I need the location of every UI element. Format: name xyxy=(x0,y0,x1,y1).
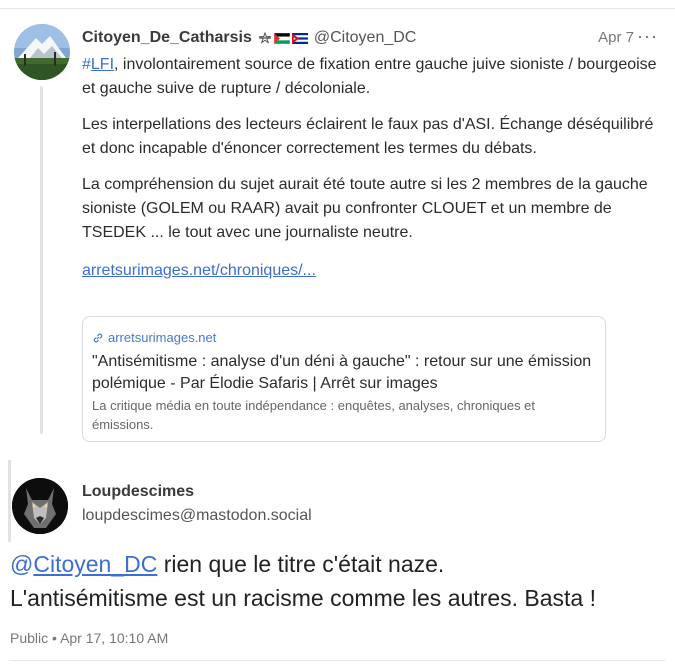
meta-separator: • xyxy=(52,630,57,646)
paragraph-3: La compréhension du sujet aurait été tou… xyxy=(82,176,648,241)
thread-line xyxy=(40,86,43,434)
more-options-icon[interactable]: ··· xyxy=(637,26,658,47)
bottom-divider xyxy=(10,660,665,661)
card-title: "Antisémitisme : analyse d'un déni à gau… xyxy=(92,353,592,392)
avatar[interactable] xyxy=(14,24,70,80)
flag-star-icon xyxy=(258,32,272,44)
mention-name: Citoyen_DC xyxy=(33,551,158,577)
thread-indicator xyxy=(8,460,11,542)
post-meta: Public • Apr 17, 10:10 AM xyxy=(10,630,168,646)
account-handle[interactable]: loupdescimes@mastodon.social xyxy=(82,507,312,525)
status-post[interactable]: Citoyen_De_Catharsis @Citoyen_DC Apr 7 ·… xyxy=(82,26,668,283)
post-date[interactable]: Apr 7 xyxy=(598,29,634,46)
mention-at: @ xyxy=(10,551,34,577)
external-link[interactable]: arretsurimages.net/chroniques/... xyxy=(82,259,316,283)
card-domain-row: arretsurimages.net xyxy=(92,330,596,345)
hashtag-symbol: # xyxy=(82,56,91,73)
post-header: Citoyen_De_Catharsis @Citoyen_DC Apr 7 ·… xyxy=(82,26,668,48)
paragraph-2: Les interpellations des lecteurs éclaire… xyxy=(82,116,654,157)
flag-cuba-icon xyxy=(291,32,308,44)
display-name[interactable]: Loupdescimes xyxy=(82,483,194,501)
account-handle[interactable]: @Citoyen_DC xyxy=(314,29,417,47)
hashtag-link[interactable]: #LFI xyxy=(82,56,114,73)
card-domain: arretsurimages.net xyxy=(108,330,217,345)
top-divider xyxy=(0,8,675,9)
post-content: #LFI, involontairement source de fixatio… xyxy=(82,53,668,283)
content-line-1: @Citoyen_DC rien que le titre c'était na… xyxy=(10,547,670,581)
display-name[interactable]: Citoyen_De_Catharsis xyxy=(82,29,252,47)
avatar[interactable] xyxy=(12,478,68,534)
paragraph-1: #LFI, involontairement source de fixatio… xyxy=(82,53,668,101)
post-content: @Citoyen_DC rien que le titre c'était na… xyxy=(10,547,670,615)
content-line-2: L'antisémitisme est un racisme comme les… xyxy=(10,585,596,611)
paragraph-1-text: , involontairement source de fixation en… xyxy=(82,56,657,97)
visibility-label[interactable]: Public xyxy=(10,630,48,646)
hashtag-text: LFI xyxy=(90,56,115,73)
link-icon xyxy=(93,333,103,342)
mention-link[interactable]: @Citoyen_DC xyxy=(10,551,157,577)
card-description: La critique média en toute indépendance … xyxy=(92,398,536,432)
link-preview-card[interactable]: arretsurimages.net "Antisémitisme : anal… xyxy=(82,316,606,442)
post-timestamp[interactable]: Apr 17, 10:10 AM xyxy=(60,630,168,646)
content-line-1-text: rien que le titre c'était naze. xyxy=(157,551,445,577)
flag-emojis xyxy=(258,32,308,44)
flag-palestine-icon xyxy=(273,32,290,44)
